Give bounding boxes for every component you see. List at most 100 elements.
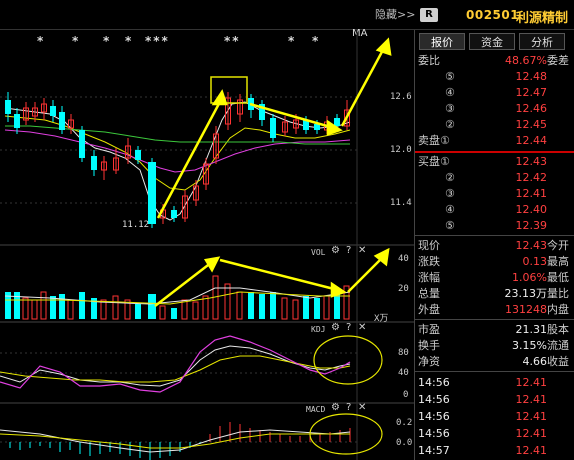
bid-row-4: ④ 12.40 (415, 202, 574, 217)
quote-row: 现价 12.43 今开 (418, 239, 569, 252)
bid-level: 买盘① (418, 155, 450, 168)
macd-dif-line (0, 429, 351, 453)
ask-price: 12.47 (515, 86, 548, 99)
quote-row: 涨幅 1.06% 最低 (418, 271, 569, 284)
bid-level: ⑤ (445, 219, 455, 232)
price-tick: 12.0 (390, 145, 412, 155)
divider (415, 319, 574, 320)
ma-line-green (5, 125, 350, 145)
tick-row: 14:56 12.41 (418, 427, 547, 440)
weibi-label: 委比 (418, 54, 440, 67)
tab-funds[interactable]: 资金 (469, 33, 515, 50)
quote-row: 净资 4.66 收益 (418, 355, 569, 368)
tick-row: 14:56 12.41 (418, 410, 547, 423)
macd-tick: 0.2 (396, 418, 413, 428)
candles (5, 92, 350, 228)
bid-ask-divider (415, 151, 574, 153)
hide-panel-button[interactable]: 隐藏>> (375, 6, 415, 22)
divider (415, 235, 574, 236)
kdj-tick: 40 (398, 368, 409, 378)
ask-row-1: 卖盘① 12.44 (415, 133, 574, 148)
vol-title: VOL (311, 248, 326, 257)
low-price-label: 11.12 (122, 220, 150, 230)
ask-row-5: ⑤ 12.48 (415, 69, 574, 84)
ask-row-3: ③ 12.46 (415, 101, 574, 116)
bid-price: 12.39 (515, 219, 548, 232)
ask-row-2: ② 12.45 (415, 117, 574, 132)
macd-histogram (9, 422, 351, 460)
close-icon[interactable]: ✕ (358, 322, 366, 333)
macd-tick: 0.0 (396, 438, 413, 448)
candle-down (171, 210, 177, 218)
bid-row-5: ⑤ 12.39 (415, 218, 574, 233)
weibi-row: 委比 48.67% 委差 (415, 53, 574, 68)
candle-down (14, 114, 20, 128)
close-icon[interactable]: ✕ (358, 245, 366, 256)
ask-price: 12.48 (515, 70, 548, 83)
candle-down (334, 118, 340, 126)
bid-price: 12.42 (515, 171, 548, 184)
help-icon[interactable]: ? (346, 322, 351, 333)
quote-row: 外盘 131248 内盘 (418, 303, 569, 316)
bid-level: ② (445, 171, 455, 184)
candle-down (270, 118, 276, 138)
gear-icon[interactable]: ⚙ (331, 402, 340, 413)
bid-price: 12.40 (515, 203, 548, 216)
quote-row: 涨跌 0.13 最高 (418, 255, 569, 268)
close-icon[interactable]: ✕ (358, 402, 366, 413)
macd-title: MACD (306, 405, 326, 414)
weicha-label: 委差 (547, 54, 569, 67)
bid-level: ④ (445, 203, 455, 216)
candle-down (135, 150, 141, 160)
bid-price: 12.43 (515, 155, 548, 168)
bid-row-2: ② 12.42 (415, 170, 574, 185)
kline-chart[interactable] (0, 30, 414, 460)
ask-level: ④ (445, 86, 455, 99)
quote-row: 总量 23.13万 量比 (418, 287, 569, 300)
kdj-highlight-circle (313, 335, 383, 385)
help-icon[interactable]: ? (346, 402, 351, 413)
kdj-title: KDJ (311, 325, 326, 334)
price-tick: 12.6 (390, 92, 412, 102)
candle-down (79, 130, 85, 158)
tab-quote[interactable]: 报价 (419, 33, 465, 50)
gear-icon[interactable]: ⚙ (331, 322, 340, 333)
tab-analysis[interactable]: 分析 (519, 33, 565, 50)
candle-down (50, 106, 56, 116)
divider (415, 371, 574, 372)
stock-code: 002501 (466, 8, 520, 22)
volume-bars (5, 275, 350, 320)
tick-row: 14:57 12.41 (418, 444, 547, 457)
ma-line-magenta (4, 129, 351, 173)
ask-row-4: ④ 12.47 (415, 85, 574, 100)
gear-icon[interactable]: ⚙ (331, 245, 340, 256)
help-icon[interactable]: ? (346, 245, 351, 256)
kdj-j-line (0, 335, 351, 393)
quote-row: 换手 3.15% 流通 (418, 339, 569, 352)
candle-down (59, 112, 65, 130)
candle-down (5, 100, 11, 114)
vol-unit: X万 (374, 314, 389, 324)
stock-name: 利源精制 (516, 11, 569, 26)
quote-panel: 报价 资金 分析 委比 48.67% 委差 ⑤ 12.48 ④ 12.47 ③ … (414, 30, 574, 460)
ask-price: 12.46 (515, 102, 548, 115)
price-tick: 11.4 (390, 198, 412, 208)
bid-price: 12.41 (515, 187, 548, 200)
ask-price: 12.44 (515, 134, 548, 147)
tick-row: 14:56 12.41 (418, 393, 547, 406)
r-badge[interactable]: R (420, 8, 438, 22)
weibi-value: 48.67% (505, 54, 547, 67)
bid-level: ③ (445, 187, 455, 200)
ask-level: 卖盘① (418, 134, 450, 147)
ask-level: ② (445, 118, 455, 131)
bid-row-1: 买盘① 12.43 (415, 154, 574, 169)
kdj-tick: 0 (403, 390, 409, 400)
kdj-d-line (0, 355, 351, 383)
candle-down (91, 156, 97, 170)
quote-row: 市盈 21.31 股本 (418, 323, 569, 336)
tick-row: 14:56 12.41 (418, 376, 547, 389)
candle-down (148, 162, 156, 224)
ask-price: 12.45 (515, 118, 548, 131)
bid-row-3: ③ 12.41 (415, 186, 574, 201)
ask-level: ⑤ (445, 70, 455, 83)
